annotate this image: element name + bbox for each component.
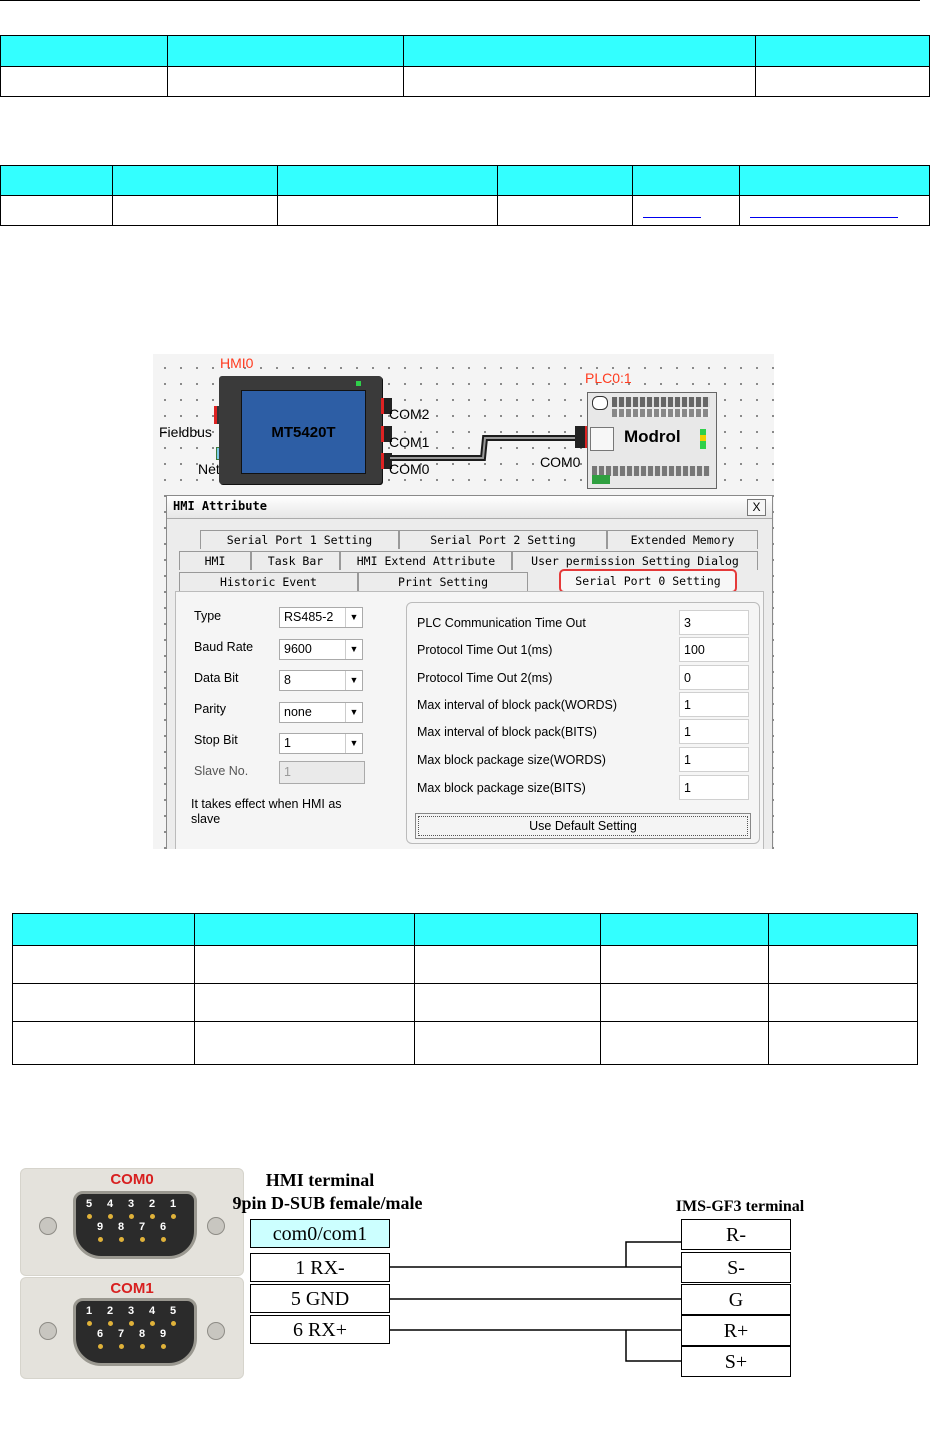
wiring-lines — [390, 1241, 681, 1362]
